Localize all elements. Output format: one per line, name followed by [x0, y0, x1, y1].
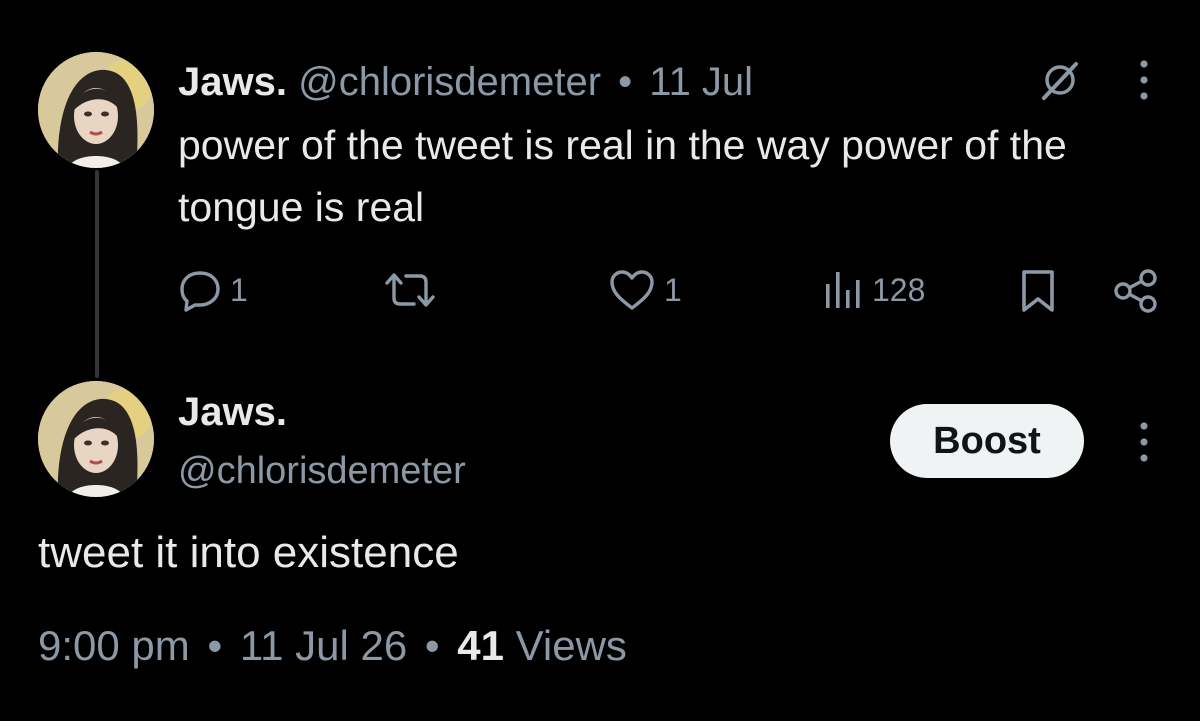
views-count: 128	[872, 271, 926, 308]
display-name[interactable]: Jaws.	[178, 390, 287, 435]
bookmark-button[interactable]	[1018, 268, 1058, 314]
tweet-text: power of the tweet is real in the way po…	[178, 122, 1067, 230]
reply-count: 1	[230, 271, 248, 308]
like-button[interactable]: 1	[608, 268, 682, 312]
views-icon	[822, 268, 864, 312]
retweet-icon	[384, 268, 436, 312]
avatar[interactable]	[38, 52, 154, 168]
reply-icon	[178, 268, 222, 312]
tweet-date[interactable]: 11 Jul 26	[240, 622, 407, 669]
reply-button[interactable]: 1	[178, 268, 248, 312]
display-name[interactable]: Jaws.	[178, 60, 287, 104]
handle[interactable]: @chlorisdemeter	[178, 450, 466, 493]
views-label[interactable]: Views	[516, 622, 627, 669]
tweet-text: tweet it into existence	[38, 528, 459, 577]
more-icon[interactable]	[1132, 58, 1156, 102]
more-icon[interactable]	[1132, 420, 1156, 464]
bookmark-icon	[1018, 268, 1058, 314]
grok-icon[interactable]	[1036, 56, 1084, 104]
like-count: 1	[664, 271, 682, 308]
boost-button[interactable]: Boost	[890, 404, 1084, 478]
tweet-date[interactable]: 11 Jul	[649, 60, 753, 104]
thread-line	[95, 170, 99, 378]
tweet-meta: 9:00 pm • 11 Jul 26 • 41 Views	[38, 622, 627, 670]
like-icon	[608, 268, 656, 312]
share-icon	[1112, 268, 1160, 314]
separator: •	[207, 622, 223, 669]
tweet-time[interactable]: 9:00 pm	[38, 622, 190, 669]
avatar[interactable]	[38, 381, 154, 497]
retweet-button[interactable]	[384, 268, 436, 312]
handle[interactable]: @chlorisdemeter	[298, 60, 601, 104]
views-button[interactable]: 128	[822, 268, 925, 312]
share-button[interactable]	[1112, 268, 1160, 314]
separator: •	[618, 60, 633, 104]
views-count[interactable]: 41	[457, 622, 504, 669]
separator: •	[424, 622, 440, 669]
tweet-header: Jaws. @chlorisdemeter • 11 Jul	[178, 58, 753, 106]
